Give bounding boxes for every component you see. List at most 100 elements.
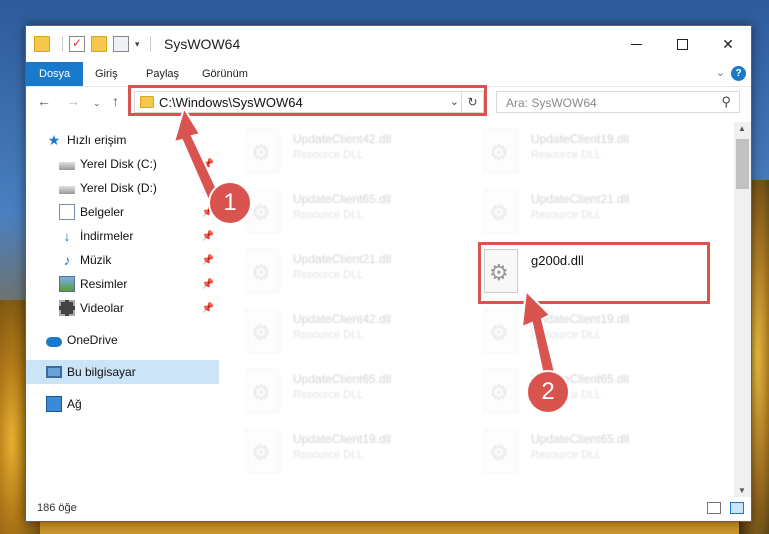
large-icons-view-icon[interactable]: [730, 502, 744, 514]
maximize-icon: [676, 38, 688, 50]
rename-icon[interactable]: [113, 36, 129, 52]
forward-arrow-icon[interactable]: →: [66, 93, 80, 109]
drive-icon: [59, 186, 75, 194]
close-icon: ✕: [722, 35, 734, 52]
toolbar-divider: [149, 36, 151, 52]
tab-view[interactable]: Görünüm: [189, 62, 261, 86]
file-item[interactable]: UpdateClient65.dll Resource DLL: [226, 184, 446, 242]
minimize-icon: [630, 43, 642, 45]
sidebar-item-pictures[interactable]: Resimler 📌: [26, 272, 219, 296]
file-name: UpdateClient65.dll: [293, 372, 392, 386]
downloads-icon: ↓: [63, 228, 71, 244]
videos-icon: [59, 300, 75, 316]
sidebar-item-label: Resimler: [80, 277, 128, 291]
computer-icon: [46, 366, 62, 378]
sidebar-item-label: Bu bilgisayar: [67, 365, 136, 379]
file-item[interactable]: UpdateClient65.dll Resource DLL: [464, 364, 684, 422]
title-bar: ▾ SysWOW64 ✕: [26, 26, 751, 62]
sidebar-item-network[interactable]: Ağ: [26, 392, 219, 416]
item-count: 186 öğe: [37, 502, 77, 514]
sidebar-item-label: İndirmeler: [80, 229, 134, 243]
file-description: Resource DLL: [531, 209, 602, 221]
file-name: UpdateClient65.dll: [531, 432, 630, 446]
sidebar-item-label: Belgeler: [80, 205, 125, 219]
drive-icon: [59, 162, 75, 170]
file-item[interactable]: UpdateClient42.dll Resource DLL: [226, 124, 446, 182]
file-description: Resource DLL: [293, 269, 364, 281]
file-description: Resource DLL: [531, 149, 602, 161]
help-icon[interactable]: ?: [731, 66, 746, 81]
sidebar-item-label: Ağ: [67, 397, 82, 411]
search-icon[interactable]: ⚲: [721, 94, 731, 110]
details-view-icon[interactable]: [707, 502, 721, 514]
search-placeholder: Ara: SysWOW64: [506, 96, 597, 110]
file-item[interactable]: UpdateClient19.dll Resource DLL: [464, 124, 684, 182]
file-name: UpdateClient19.dll: [531, 132, 630, 146]
tab-file[interactable]: Dosya: [26, 62, 84, 86]
file-description: Resource DLL: [531, 449, 602, 461]
dll-file-icon: [246, 309, 280, 353]
sidebar-item-onedrive[interactable]: OneDrive: [26, 328, 219, 352]
back-arrow-icon[interactable]: ←: [37, 93, 51, 109]
customize-toolbar-caret[interactable]: ▾: [135, 39, 140, 50]
star-icon: ★: [47, 132, 61, 148]
file-item[interactable]: UpdateClient21.dll Resource DLL: [226, 244, 446, 302]
step-badge-2: 2: [526, 370, 570, 414]
sidebar-item-label: Müzik: [80, 253, 112, 267]
file-description: Resource DLL: [293, 149, 364, 161]
folder-icon: [34, 36, 50, 52]
music-icon: ♪: [63, 252, 71, 268]
minimize-button[interactable]: [613, 26, 659, 62]
file-item[interactable]: UpdateClient65.dll Resource DLL: [226, 364, 446, 422]
cloud-icon: [46, 336, 62, 347]
pin-icon[interactable]: 📌: [202, 231, 214, 242]
dll-file-icon: [246, 369, 280, 413]
file-name: UpdateClient65.dll: [293, 192, 392, 206]
close-button[interactable]: ✕: [705, 26, 751, 62]
pin-icon[interactable]: 📌: [202, 303, 214, 314]
recent-locations-chevron-icon[interactable]: ⌄: [93, 98, 101, 109]
file-item[interactable]: UpdateClient42.dll Resource DLL: [226, 304, 446, 362]
file-list: UpdateClient42.dll Resource DLL UpdateCl…: [226, 122, 736, 497]
tab-share[interactable]: Paylaş: [133, 62, 192, 86]
maximize-button[interactable]: [659, 26, 705, 62]
search-input[interactable]: Ara: SysWOW64 ⚲: [496, 91, 740, 113]
status-bar: 186 öğe: [26, 497, 751, 521]
file-item[interactable]: UpdateClient19.dll Resource DLL: [226, 424, 446, 482]
documents-icon: [59, 204, 75, 220]
scroll-thumb[interactable]: [736, 139, 749, 189]
dll-file-icon: [484, 189, 518, 233]
file-name: UpdateClient21.dll: [293, 252, 392, 266]
new-folder-icon[interactable]: [91, 36, 107, 52]
dll-file-icon: [484, 429, 518, 473]
window-title: SysWOW64: [164, 36, 241, 52]
dll-file-icon: [246, 129, 280, 173]
sidebar-item-this-pc[interactable]: Bu bilgisayar: [26, 360, 219, 384]
pin-icon[interactable]: 📌: [202, 255, 214, 266]
sidebar-item-label: Videolar: [80, 301, 124, 315]
ribbon-tabs: Dosya Giriş Paylaş Görünüm ⌄ ?: [26, 62, 751, 86]
pin-icon[interactable]: 📌: [202, 279, 214, 290]
up-arrow-icon[interactable]: ↑: [112, 93, 119, 109]
file-name: UpdateClient42.dll: [293, 312, 392, 326]
file-item[interactable]: UpdateClient19.dll Resource DLL: [464, 304, 684, 362]
file-name: UpdateClient42.dll: [293, 132, 392, 146]
step-badge-1: 1: [208, 181, 252, 225]
properties-check-icon[interactable]: [69, 36, 85, 52]
sidebar-item-downloads[interactable]: ↓ İndirmeler 📌: [26, 224, 219, 248]
file-description: Resource DLL: [293, 389, 364, 401]
scroll-up-icon[interactable]: ▲: [738, 124, 746, 133]
file-item[interactable]: UpdateClient21.dll Resource DLL: [464, 184, 684, 242]
sidebar-item-label: Yerel Disk (D:): [80, 181, 157, 195]
file-name: UpdateClient21.dll: [531, 192, 630, 206]
toolbar-divider: [62, 36, 63, 52]
file-name: UpdateClient19.dll: [293, 432, 392, 446]
scroll-down-icon[interactable]: ▼: [738, 486, 746, 495]
ribbon-expand-icon[interactable]: ⌄: [716, 66, 725, 79]
vertical-scrollbar[interactable]: ▲ ▼: [734, 122, 751, 497]
file-item[interactable]: UpdateClient65.dll Resource DLL: [464, 424, 684, 482]
sidebar-item-music[interactable]: ♪ Müzik 📌: [26, 248, 219, 272]
tab-home[interactable]: Giriş: [82, 62, 131, 86]
sidebar-item-videos[interactable]: Videolar 📌: [26, 296, 219, 320]
file-description: Resource DLL: [293, 209, 364, 221]
